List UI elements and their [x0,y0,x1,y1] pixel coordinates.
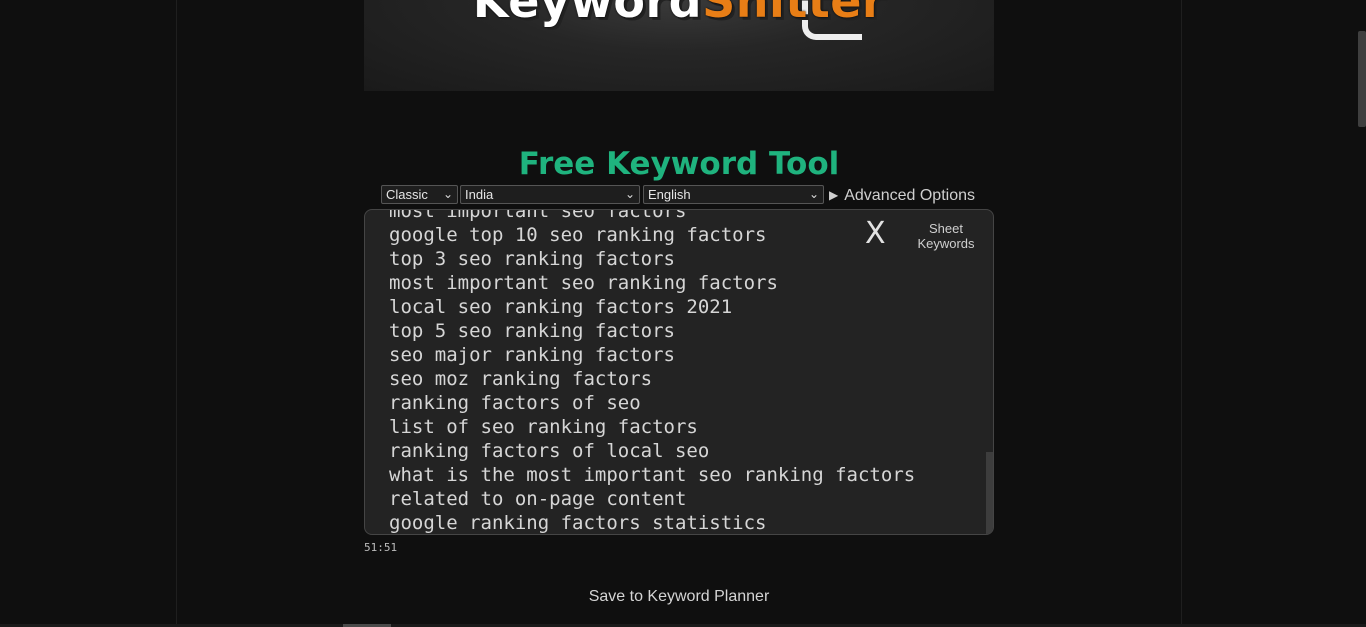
keyword-list: most important seo factors google top 10 … [389,209,916,534]
logo-word-shitter: Shitter [702,0,886,28]
advanced-options-toggle[interactable]: ▶ Advanced Options [829,186,975,206]
mode-select[interactable]: Classic ⌄ [381,185,458,204]
page-scrollbar[interactable] [1358,31,1366,127]
keyword-line: what is the most important seo ranking f… [389,464,916,486]
country-select[interactable]: India ⌄ [460,185,640,204]
keyword-line: seo major ranking factors [389,344,675,366]
keyword-line: local seo ranking factors 2021 [389,296,733,318]
sheet-keywords-button[interactable]: Sheet Keywords [905,221,987,251]
keyword-line: ranking factors of seo [389,392,641,414]
column-divider-right [1181,0,1182,627]
keyword-line: google ranking factors statistics [389,512,767,534]
mode-select-value: Classic [386,187,428,202]
logo-word-keyword: Keyword [472,0,703,28]
keyword-line: google top 10 seo ranking factors [389,224,767,246]
triangle-right-icon: ▶ [829,188,839,202]
language-select[interactable]: English ⌄ [643,185,824,204]
language-select-value: English [648,187,691,202]
column-divider-left [176,0,177,627]
keyword-textarea[interactable]: most important seo factors google top 10 … [364,209,994,535]
sheet-keywords-line2: Keywords [917,236,975,251]
keyword-line: seo moz ranking factors [389,368,653,390]
country-select-value: India [465,187,494,202]
chevron-down-icon: ⌄ [442,187,453,201]
save-to-keyword-planner-link[interactable]: Save to Keyword Planner [364,588,994,606]
advanced-options-label: Advanced Options [844,187,975,204]
logo[interactable]: KeywordShitter [364,0,994,28]
textarea-scrollbar[interactable] [986,452,993,534]
keyword-line: list of seo ranking factors [389,416,698,438]
keyword-line: top 3 seo ranking factors [389,248,675,270]
page-title: Free Keyword Tool [518,146,840,182]
chevron-down-icon: ⌄ [808,187,819,201]
keyword-line: most important seo ranking factors [389,272,778,294]
keyword-line: ranking factors of local seo [389,440,710,462]
close-icon[interactable]: X [865,216,886,252]
keyword-counter: 51:51 [364,541,398,554]
keyword-line: related to on-page content [389,488,687,510]
page: KeywordShitter Free Keyword Tool Classic… [0,0,1366,627]
header-banner: KeywordShitter [364,0,994,91]
keyword-line: most important seo factors [389,209,687,222]
keyword-line: top 5 seo ranking factors [389,320,675,342]
sheet-keywords-line1: Sheet [929,221,963,236]
chevron-down-icon: ⌄ [624,187,635,201]
